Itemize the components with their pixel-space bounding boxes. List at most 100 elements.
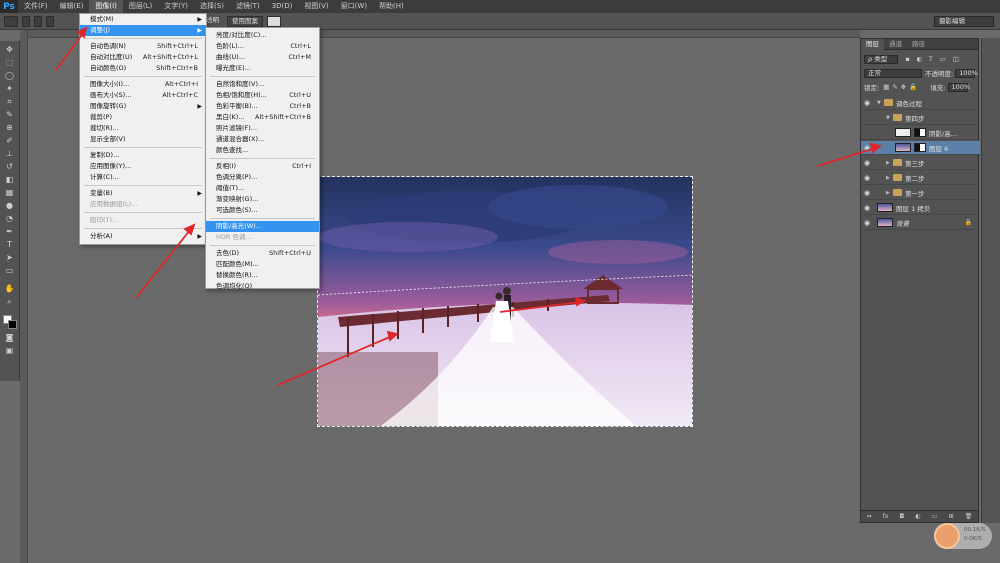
shape-tool-icon[interactable]: ▭ <box>3 265 17 276</box>
expand-right-icon[interactable]: ▶ <box>886 175 893 181</box>
visibility-eye-icon[interactable]: ◉ <box>861 159 873 167</box>
fx-icon[interactable]: fx <box>883 513 889 520</box>
menu-item-3[interactable]: 图层(L) <box>123 0 158 13</box>
adjust_menu-item-7[interactable]: 黑白(K)... Alt+Shift+Ctrl+B <box>206 112 319 123</box>
layer-row[interactable]: ◉ ▶ 第二步 <box>861 171 980 185</box>
visibility-eye-icon[interactable]: ◉ <box>861 99 873 107</box>
pen-tool-icon[interactable]: ✒ <box>3 226 17 237</box>
menu-item-4[interactable]: 文字(Y) <box>158 0 194 13</box>
adjust_menu-item-20[interactable]: 替换颜色(R)... <box>206 270 319 281</box>
expand-right-icon[interactable]: ▶ <box>886 190 893 196</box>
lasso-tool-icon[interactable]: ◯ <box>3 70 17 81</box>
adjust_menu-item-10[interactable]: 颜色查找... <box>206 145 319 156</box>
image_menu-item-2[interactable]: 自动色调(N) Shift+Ctrl+L <box>80 41 206 52</box>
image_menu-item-8[interactable]: 裁剪(P) <box>80 112 206 123</box>
image_menu-item-5[interactable]: 图像大小(I)... Alt+Ctrl+I <box>80 79 206 90</box>
layer-row[interactable]: ◉ 背景 🔒 <box>861 216 980 230</box>
dodge-tool-icon[interactable]: ◔ <box>3 213 17 224</box>
zoom-tool-icon[interactable]: ⌕ <box>3 296 17 307</box>
gradient-tool-icon[interactable]: ▦ <box>3 187 17 198</box>
adjust_menu-item-19[interactable]: 匹配颜色(M)... <box>206 259 319 270</box>
add-selection-icon[interactable] <box>34 15 42 27</box>
visibility-eye-icon[interactable]: ◉ <box>861 189 873 197</box>
image_menu-item-7[interactable]: 图像旋转(G) ▶ <box>80 101 206 112</box>
adjust_menu-item-3[interactable]: 曝光度(E)... <box>206 63 319 74</box>
subtract-selection-icon[interactable] <box>46 15 54 27</box>
menu-item-5[interactable]: 选择(S) <box>194 0 230 13</box>
healing-tool-icon[interactable]: ⊕ <box>3 122 17 133</box>
adjust_menu-item-1[interactable]: 色阶(L)... Ctrl+L <box>206 41 319 52</box>
adjust_menu-item-2[interactable]: 曲线(U)... Ctrl+M <box>206 52 319 63</box>
menu-item-10[interactable]: 帮助(H) <box>373 0 410 13</box>
layer-row[interactable]: ▼ 第四步 <box>861 111 980 125</box>
adjust_menu-item-15[interactable]: 可选颜色(S)... <box>206 205 319 216</box>
image_menu-item-3[interactable]: 自动对比度(U) Alt+Shift+Ctrl+L <box>80 52 206 63</box>
image_menu-item-14[interactable]: 变量(B) ▶ <box>80 188 206 199</box>
color-swatches[interactable] <box>2 315 17 329</box>
folder-icon[interactable]: ▭ <box>932 513 938 520</box>
lock-icons[interactable]: ▦✎✥🔒 <box>883 83 920 91</box>
use-pattern-button[interactable]: 使用图案 <box>227 15 263 27</box>
adjust_menu-item-0[interactable]: 亮度/对比度(C)... <box>206 30 319 41</box>
workspace-select[interactable]: 摄影编辑 <box>934 16 994 27</box>
adjustment-icon[interactable]: ◐ <box>915 513 920 520</box>
tool-preset-picker[interactable] <box>4 15 18 27</box>
tab-layers[interactable]: 图层 <box>861 38 884 50</box>
tab-channels[interactable]: 通道 <box>884 39 907 50</box>
layer-filter-select[interactable]: ρ 类型 <box>864 54 898 64</box>
history-brush-tool-icon[interactable]: ↺ <box>3 161 17 172</box>
move-tool-icon[interactable]: ✥ <box>3 44 17 55</box>
adjust_menu-item-12[interactable]: 色调分离(P)... <box>206 172 319 183</box>
filter-shape-icon[interactable]: ▭ <box>940 55 946 63</box>
visibility-eye-icon[interactable]: ◉ <box>861 219 873 227</box>
type-tool-icon[interactable]: T <box>3 239 17 250</box>
filter-adjust-icon[interactable]: ◐ <box>916 55 922 63</box>
hand-tool-icon[interactable]: ✋ <box>3 283 17 294</box>
quick-mask-icon[interactable]: ◙ <box>3 332 17 343</box>
trash-icon[interactable]: 🗑 <box>965 513 973 520</box>
adjust_menu-item-14[interactable]: 渐变映射(G)... <box>206 194 319 205</box>
image_menu-item-9[interactable]: 裁切(R)... <box>80 123 206 134</box>
link-icon[interactable]: ⇔ <box>867 513 872 520</box>
tab-paths[interactable]: 路径 <box>907 39 930 50</box>
image_menu-item-11[interactable]: 复制(D)... <box>80 150 206 161</box>
fill-input[interactable]: 100% <box>947 82 970 92</box>
menu-item-1[interactable]: 编辑(E) <box>54 0 90 13</box>
blur-tool-icon[interactable]: ● <box>3 200 17 211</box>
image_menu-item-4[interactable]: 自动颜色(O) Shift+Ctrl+B <box>80 63 206 74</box>
opacity-input[interactable]: 100% <box>955 68 978 78</box>
new-layer-icon[interactable]: ⊞ <box>949 513 954 520</box>
adjust_menu-item-13[interactable]: 阈值(T)... <box>206 183 319 194</box>
brush-tool-icon[interactable]: ✐ <box>3 135 17 146</box>
menu-item-6[interactable]: 滤镜(T) <box>230 0 266 13</box>
filter-smart-icon[interactable]: ◫ <box>952 55 958 63</box>
layer-mask-thumbnail[interactable] <box>914 128 926 137</box>
menu-item-7[interactable]: 3D(D) <box>266 0 299 13</box>
menu-item-9[interactable]: 窗口(W) <box>335 0 373 13</box>
magic-wand-tool-icon[interactable]: ✦ <box>3 83 17 94</box>
menu-item-8[interactable]: 视图(V) <box>298 0 334 13</box>
image_menu-item-12[interactable]: 应用图像(Y)... <box>80 161 206 172</box>
eraser-tool-icon[interactable]: ◧ <box>3 174 17 185</box>
visibility-eye-icon[interactable]: ◉ <box>861 204 873 212</box>
adjust_menu-item-9[interactable]: 通道混合器(X)... <box>206 134 319 145</box>
adjust_menu-item-18[interactable]: 去色(D) Shift+Ctrl+U <box>206 248 319 259</box>
image_menu-item-1[interactable]: 调整(J) ▶ <box>80 25 206 36</box>
filter-pixel-icon[interactable]: ▪ <box>905 55 909 63</box>
image_menu-item-10[interactable]: 显示全部(V) <box>80 134 206 145</box>
blend-mode-select[interactable]: 正常 <box>864 68 922 78</box>
filter-type-icon[interactable]: T <box>929 55 933 63</box>
adjust_menu-item-21[interactable]: 色调均化(Q) <box>206 281 319 292</box>
layer-row[interactable]: 阴影/高... <box>861 126 980 140</box>
adjust_menu-item-6[interactable]: 色彩平衡(B)... Ctrl+B <box>206 101 319 112</box>
layer-mask-thumbnail[interactable] <box>914 143 926 152</box>
visibility-eye-icon[interactable]: ◉ <box>861 144 873 152</box>
pattern-swatch[interactable] <box>267 15 281 27</box>
menu-item-2[interactable]: 图像(I) <box>89 0 123 13</box>
layer-row[interactable]: ◉ ▶ 第三步 <box>861 156 980 170</box>
adjust_menu-item-16[interactable]: 阴影/高光(W)... <box>206 221 319 232</box>
layer-row[interactable]: ◉ ▼ 调色过程 <box>861 96 980 110</box>
image_menu-item-13[interactable]: 计算(C)... <box>80 172 206 183</box>
adjust_menu-item-5[interactable]: 色相/饱和度(H)... Ctrl+U <box>206 90 319 101</box>
layer-row[interactable]: ◉ ▶ 第一步 <box>861 186 980 200</box>
